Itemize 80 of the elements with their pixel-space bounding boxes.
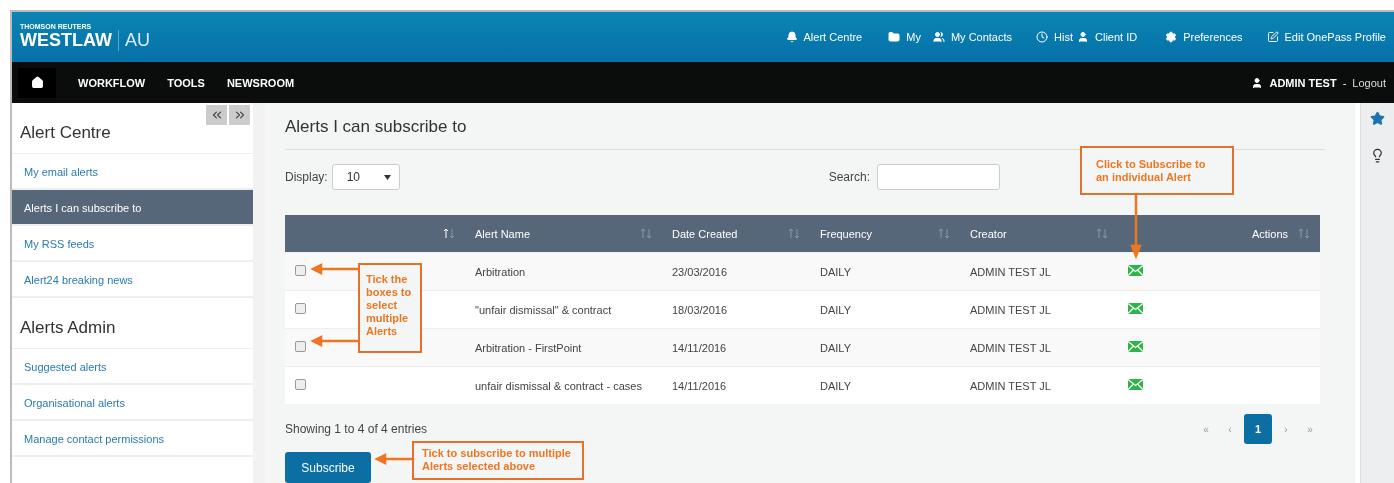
callout-note: Tick to subscribe to multiple Alerts selected above <box>412 441 584 480</box>
lightbulb-icon[interactable] <box>1370 148 1385 163</box>
entries-info: Showing 1 to 4 of 4 entries <box>285 422 428 436</box>
table-cell-text: ADMIN TEST JL <box>969 379 1052 392</box>
table-cell-text: DAILY <box>819 341 852 354</box>
row-checkbox[interactable] <box>295 303 306 314</box>
logout-link[interactable]: Logout <box>1352 76 1386 89</box>
table-cell-text: DAILY <box>819 303 852 316</box>
pagination-button[interactable]: ‹ <box>1220 414 1240 444</box>
callout-note: Click to Subscribe to an individual Alert <box>1080 146 1234 195</box>
separator: - <box>1342 76 1347 89</box>
header-link[interactable]: Edit OnePass Profile <box>1266 31 1386 43</box>
contacts-icon <box>932 31 945 43</box>
collapse-button[interactable] <box>206 105 227 125</box>
region-label: AU <box>125 30 150 51</box>
pagination-button[interactable]: › <box>1276 414 1296 444</box>
column-header[interactable]: Actions <box>1251 227 1288 240</box>
pagination-button[interactable]: 1 <box>1244 414 1272 444</box>
column-header[interactable]: Date Created <box>672 227 738 240</box>
header-link[interactable]: My Contacts <box>932 31 1013 43</box>
row-checkbox[interactable] <box>295 341 306 352</box>
header-link[interactable]: Preferences <box>1165 31 1243 43</box>
nav-item[interactable]: NEWSROOM <box>226 76 295 89</box>
envelope-icon[interactable] <box>1128 265 1143 276</box>
envelope-icon[interactable] <box>1128 303 1143 314</box>
callout-note: Tick the boxes to select multiple Alerts <box>358 263 422 353</box>
search-field[interactable] <box>877 164 1000 190</box>
envelope-icon[interactable] <box>1128 341 1143 352</box>
header-link[interactable]: Alert Centre <box>785 31 863 43</box>
subscribe-button[interactable]: Subscribe <box>285 452 371 483</box>
home-icon <box>30 76 44 89</box>
header-link[interactable]: Client ID <box>1077 31 1138 43</box>
envelope-icon[interactable] <box>1128 379 1143 390</box>
table-cell-text: DAILY <box>819 265 852 278</box>
table-cell-text: 18/03/2016 <box>671 303 729 316</box>
folder-icon <box>888 31 901 43</box>
home-button[interactable] <box>18 67 56 98</box>
table-cell-text: ADMIN TEST JL <box>969 265 1052 278</box>
pointer-arrow <box>312 264 358 274</box>
gear-icon <box>1165 31 1178 43</box>
table-cell-text: 14/11/2016 <box>671 341 728 354</box>
header-link[interactable]: My <box>888 31 921 43</box>
row-checkbox[interactable] <box>295 379 306 390</box>
bell-icon <box>785 31 798 43</box>
scrollbar[interactable] <box>253 103 265 483</box>
pagination-button[interactable]: « <box>1196 414 1216 444</box>
column-header[interactable]: Alert Name <box>475 227 531 240</box>
row-checkbox[interactable] <box>295 265 306 276</box>
header-link[interactable]: Hist <box>1036 31 1073 43</box>
pagination-button[interactable]: » <box>1300 414 1320 444</box>
nav-item[interactable]: TOOLS <box>167 76 205 89</box>
nav-item[interactable]: WORKFLOW <box>78 76 146 89</box>
star-icon[interactable] <box>1370 111 1385 126</box>
user-icon <box>1077 31 1089 43</box>
table-cell-text: DAILY <box>819 379 852 392</box>
column-header[interactable]: Frequency <box>820 227 872 240</box>
caret-icon <box>383 174 391 180</box>
sort-icon[interactable] <box>443 228 455 239</box>
table-cell-text: ADMIN TEST JL <box>969 341 1052 354</box>
sidebar-item[interactable]: Alerts I can subscribe to <box>12 190 253 226</box>
table-cell-text: Arbitration <box>474 265 527 278</box>
table-cell-text: "unfair dismissal" & contract <box>474 303 613 316</box>
table-cell-text: 23/03/2016 <box>671 265 729 278</box>
search-label: Search: <box>828 170 870 184</box>
expand-button[interactable] <box>229 105 250 125</box>
table-cell-text: Arbitration - FirstPoint <box>474 341 583 354</box>
edit-icon <box>1266 31 1279 43</box>
page-size-select[interactable]: 10 <box>331 164 400 190</box>
user-name: ADMIN TEST <box>1269 76 1337 89</box>
pointer-arrow <box>1131 195 1141 257</box>
clock-icon <box>1036 31 1049 43</box>
table-cell-text: unfair dismissal & contract - cases <box>474 379 643 392</box>
table-cell-text: 14/11/2016 <box>671 379 728 392</box>
column-header[interactable]: Creator <box>970 227 1007 240</box>
table-cell-text: ADMIN TEST JL <box>969 303 1052 316</box>
display-label: Display: <box>285 170 328 184</box>
brand-logo[interactable]: WESTLAW <box>20 30 119 51</box>
pointer-arrow <box>312 336 358 346</box>
pointer-arrow <box>376 454 412 464</box>
user-icon <box>1251 76 1264 89</box>
